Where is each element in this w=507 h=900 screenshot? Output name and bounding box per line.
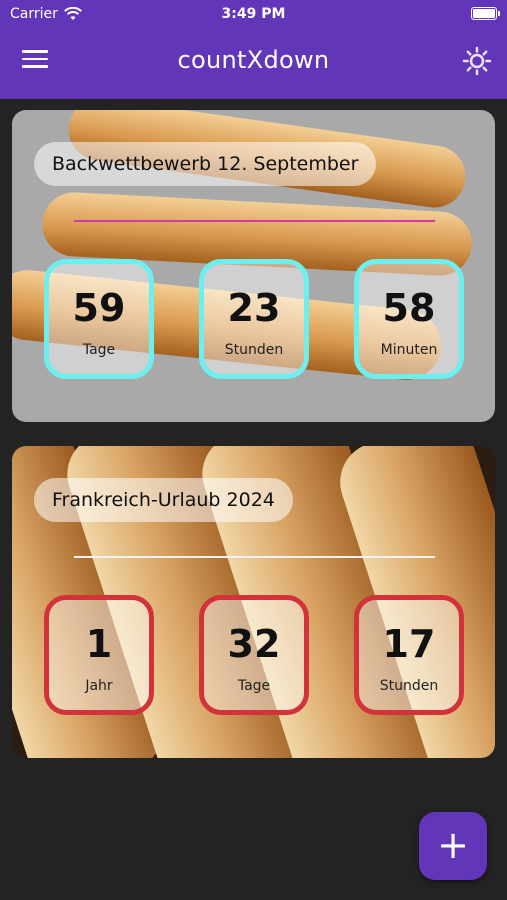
app-title: countXdown [177,46,330,74]
unit-value: 23 [227,286,281,330]
unit-label: Stunden [224,342,284,358]
unit-box-hours: 17 Stunden [354,595,464,715]
title-divider [74,220,435,222]
unit-label: Tage [237,678,271,694]
unit-label: Stunden [379,678,439,694]
plus-icon: + [437,823,469,867]
title-divider [74,556,435,558]
status-time: 3:49 PM [221,6,286,22]
add-countdown-button[interactable]: + [419,812,487,880]
unit-box-days: 32 Tage [199,595,309,715]
unit-label: Jahr [85,678,113,694]
countdown-title-text: Frankreich-Urlaub 2024 [52,489,275,511]
unit-box-minutes: 58 Minuten [354,259,464,379]
countdown-card[interactable]: Frankreich-Urlaub 2024 1 Jahr 32 Tage 17… [12,446,495,758]
unit-label: Tage [82,342,116,358]
status-bar: Carrier 3:49 PM [0,0,507,30]
app-bar: Carrier 3:49 PM countXdown [0,0,507,99]
sun-icon[interactable] [462,46,492,76]
countdown-units: 59 Tage 23 Stunden 58 Minuten [44,259,464,381]
unit-value: 17 [382,622,436,666]
unit-value: 58 [382,286,436,330]
countdown-title: Backwettbewerb 12. September [34,142,377,186]
unit-value: 32 [227,622,281,666]
countdown-title: Frankreich-Urlaub 2024 [34,478,293,522]
unit-value: 1 [85,622,113,666]
countdown-card[interactable]: Backwettbewerb 12. September 59 Tage 23 … [12,110,495,422]
unit-box-years: 1 Jahr [44,595,154,715]
countdown-units: 1 Jahr 32 Tage 17 Stunden [44,595,464,717]
countdown-title-text: Backwettbewerb 12. September [52,153,359,175]
unit-value: 59 [72,286,126,330]
unit-box-days: 59 Tage [44,259,154,379]
unit-label: Minuten [380,342,438,358]
battery-icon [471,7,500,20]
unit-box-hours: 23 Stunden [199,259,309,379]
